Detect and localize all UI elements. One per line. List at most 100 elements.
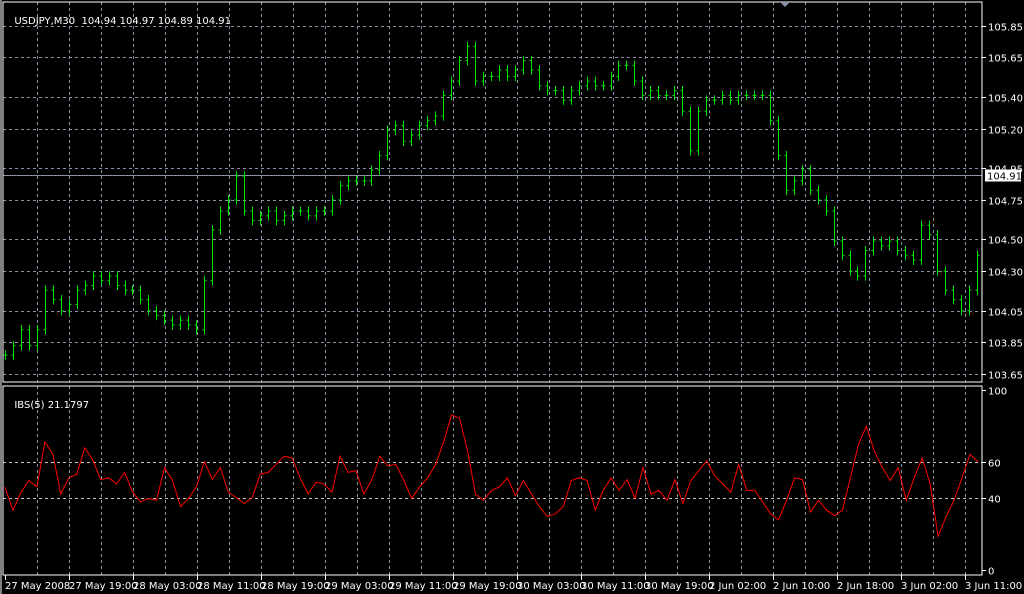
time-axis-label: 27 May 2008 (5, 581, 70, 592)
price-bar (465, 41, 470, 66)
grid-lines (3, 2, 982, 575)
chart-header: USDJPY,M30 104.94 104.97 104.89 104.91 (8, 5, 231, 27)
indicator-name: IBS(5) (14, 400, 45, 411)
price-axis-label: 104.75 (988, 197, 1023, 208)
price-bar (489, 71, 494, 82)
current-price-label: 104.91 (987, 172, 1022, 183)
chart-shift-marker[interactable] (780, 2, 790, 7)
time-axis-label: 30 May 11:00 (581, 581, 650, 592)
price-bar (585, 76, 590, 91)
price-bar (553, 85, 558, 96)
price-bar (848, 250, 853, 276)
price-bar (616, 60, 621, 82)
price-bar (696, 106, 701, 156)
price-bar (123, 280, 128, 295)
price-bar (632, 60, 637, 86)
price-axis-label: 103.65 (988, 371, 1023, 382)
time-axis-label: 30 May 03:00 (517, 581, 586, 592)
price-bar (202, 275, 207, 335)
price-bar (521, 55, 526, 75)
price-bar (784, 150, 789, 196)
indicator-axis-label: 60 (988, 459, 1001, 470)
price-bar (577, 81, 582, 96)
price-bar (306, 206, 311, 221)
price-bar (75, 285, 80, 310)
price-axis-label: 105.65 (988, 54, 1023, 65)
time-axis-label: 2 Jun 02:00 (709, 581, 766, 592)
price-bar (314, 206, 319, 221)
price-bar (624, 60, 629, 71)
price-axis-label: 104.05 (988, 308, 1023, 319)
price-bar (417, 120, 422, 140)
price-bar (752, 90, 757, 101)
price-bar (808, 165, 813, 196)
price-bar (768, 90, 773, 126)
price-bar (449, 76, 454, 101)
price-bar (911, 250, 916, 265)
ohlc-label: 104.94 104.97 104.89 104.91 (81, 16, 232, 27)
indicator-axis-label: 100 (988, 387, 1007, 398)
symbol-label: USDJPY,M30 (14, 16, 76, 27)
price-bar (688, 106, 693, 156)
price-bar (338, 180, 343, 205)
price-bar (903, 245, 908, 261)
price-bar (640, 76, 645, 101)
price-bar (545, 81, 550, 96)
ibs-line (4, 414, 979, 539)
indicator-value: 21.1797 (47, 400, 90, 411)
price-bar (409, 130, 414, 147)
price-axis-label: 103.85 (988, 339, 1023, 350)
price-bar (776, 116, 781, 161)
price-bar (672, 85, 677, 101)
price-axis-label: 105.40 (988, 94, 1023, 105)
price-bar (27, 325, 32, 351)
time-axis-label: 28 May 19:00 (261, 581, 330, 592)
price-bar (593, 76, 598, 91)
price-bar (51, 285, 56, 305)
price-bar (385, 125, 390, 161)
price-bar (792, 176, 797, 196)
price-bar (250, 206, 255, 226)
price-bar (704, 95, 709, 116)
price-bar (282, 211, 287, 226)
price-bar (712, 95, 717, 105)
price-bar (680, 85, 685, 116)
time-axis-label: 29 May 03:00 (325, 581, 394, 592)
indicator-axis-label: 40 (988, 495, 1001, 506)
price-bar (425, 116, 430, 131)
price-bar (537, 65, 542, 91)
price-bar (170, 315, 175, 330)
price-bar (11, 340, 16, 360)
price-bar (234, 171, 239, 205)
price-bar (19, 325, 24, 351)
time-axis-label: 2 Jun 10:00 (773, 581, 830, 592)
price-bar (186, 315, 191, 330)
price-bar (529, 55, 534, 75)
time-axis-label: 27 May 19:00 (69, 581, 138, 592)
price-bar (146, 294, 151, 316)
price-bar (35, 325, 40, 351)
main-panel-border (2, 1, 983, 383)
price-bar (967, 285, 972, 316)
price-bar (497, 65, 502, 82)
time-axis-label: 3 Jun 02:00 (901, 581, 958, 592)
price-bar (879, 236, 884, 251)
time-axis-label: 28 May 03:00 (133, 581, 202, 592)
price-bar (473, 41, 478, 86)
indicator-header: IBS(5) 21.1797 (8, 389, 89, 411)
time-axis-label: 29 May 11:00 (389, 581, 458, 592)
price-bar (887, 236, 892, 251)
price-bar (648, 85, 653, 101)
price-bar (959, 294, 964, 316)
price-bar (266, 206, 271, 221)
price-bar (935, 230, 940, 276)
price-bar (3, 350, 8, 360)
price-bar (569, 85, 574, 105)
indicator-line-group (4, 414, 979, 539)
price-bar (513, 65, 518, 82)
price-bar (298, 206, 303, 216)
price-bar (393, 120, 398, 135)
price-bar (210, 225, 215, 286)
price-bar (377, 150, 382, 175)
chart-canvas[interactable]: 105.85105.65105.40105.20104.95104.75104.… (0, 0, 1024, 594)
